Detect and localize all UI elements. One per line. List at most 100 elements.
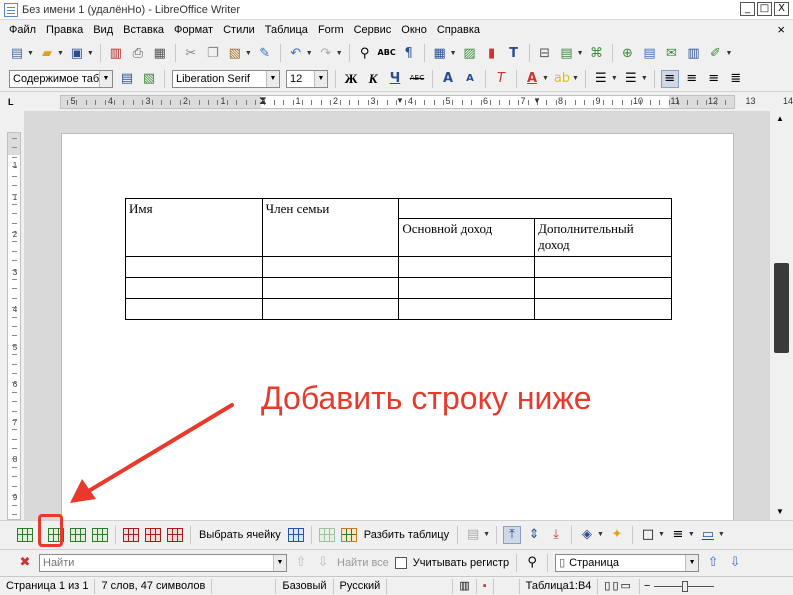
special-character-icon[interactable]: ⌘	[588, 44, 606, 62]
menu-styles[interactable]: Стили	[218, 24, 260, 36]
chevron-down-icon[interactable]: ▼	[306, 50, 313, 57]
find-previous-icon[interactable]: ⇧	[292, 554, 310, 572]
clear-formatting-icon[interactable]: T	[492, 70, 510, 88]
undo-icon[interactable]: ↶	[287, 44, 305, 62]
table-cell[interactable]	[125, 298, 263, 320]
chevron-down-icon[interactable]: ▼	[450, 50, 457, 57]
highlight-color-icon[interactable]: ab	[553, 70, 571, 88]
close-window-button[interactable]: X	[774, 2, 789, 16]
table-cell[interactable]: Имя	[125, 198, 263, 257]
grow-font-icon[interactable]: A	[439, 70, 457, 88]
page-break-icon[interactable]: ⊟	[536, 44, 554, 62]
align-middle-icon[interactable]: ⇕	[525, 526, 543, 544]
page-count[interactable]: Страница 1 из 1	[0, 578, 96, 594]
open-folder-icon[interactable]: ▰	[38, 44, 56, 62]
delete-columns-icon[interactable]	[145, 527, 161, 542]
table-cell[interactable]	[125, 256, 263, 278]
insert-columns-after-icon[interactable]	[92, 527, 108, 542]
text-language[interactable]: Русский	[334, 578, 388, 594]
column-marker[interactable]: ▼	[396, 95, 404, 107]
comment-icon[interactable]: ✉	[663, 44, 681, 62]
bullet-list-icon[interactable]: ☰	[592, 70, 610, 88]
draw-icon[interactable]: ✐	[707, 44, 725, 62]
chevron-down-icon[interactable]: ▼	[718, 531, 725, 538]
border-color-icon[interactable]: ▭	[699, 526, 717, 544]
strikethrough-button[interactable]: АБС	[408, 70, 426, 88]
align-bottom-icon[interactable]: ⤓	[547, 526, 565, 544]
chevron-down-icon[interactable]: ▼	[597, 531, 604, 538]
borders-icon[interactable]: □	[639, 526, 657, 544]
chevron-down-icon[interactable]: ▼	[658, 531, 665, 538]
menu-file[interactable]: Файл	[4, 24, 41, 36]
close-findbar-icon[interactable]: ✖	[16, 554, 34, 572]
split-table-button[interactable]: Разбить таблицу	[364, 529, 449, 541]
formatting-marks-icon[interactable]: ¶	[400, 44, 418, 62]
menu-form[interactable]: Form	[313, 24, 349, 36]
align-center-icon[interactable]: ≡	[683, 70, 701, 88]
table-cell[interactable]: Член семьи	[261, 198, 400, 257]
font-name-select[interactable]: Liberation Serif ▼	[172, 69, 280, 88]
chevron-down-icon[interactable]: ▼	[27, 50, 34, 57]
table-cell[interactable]	[398, 256, 536, 278]
cut-icon[interactable]: ✂	[182, 44, 200, 62]
document-table[interactable]: Имя Член семьи Основной доход Дополнител…	[125, 198, 672, 320]
find-all-button[interactable]: Найти все	[337, 557, 389, 569]
chevron-down-icon[interactable]: ▼	[336, 50, 343, 57]
insert-textbox-icon[interactable]: T	[505, 44, 523, 62]
delete-table-icon[interactable]	[167, 527, 183, 542]
print-icon[interactable]: ⎙	[129, 44, 147, 62]
spelling-icon[interactable]: ABC	[378, 44, 396, 62]
underline-button[interactable]: Ч	[386, 70, 404, 88]
zoom-out-icon[interactable]: −	[640, 580, 654, 592]
horizontal-ruler[interactable]: 5 4 3 2 1 1 2 3 4 5 6 7 8 9 10 11 12 13 14 ⧗ ▼ ▼	[60, 95, 793, 109]
chevron-down-icon[interactable]: ▼	[688, 531, 695, 538]
find-replace-icon[interactable]: ⚲	[356, 44, 374, 62]
table-cell[interactable]	[398, 277, 536, 299]
vertical-scrollbar[interactable]: ▲ ▼	[770, 111, 793, 520]
maximize-button[interactable]: □	[757, 2, 772, 16]
view-layout-icon[interactable]: ▯▯▭	[598, 578, 640, 594]
numbered-list-icon[interactable]: ☰	[622, 70, 640, 88]
menu-help[interactable]: Справка	[432, 24, 485, 36]
table-cell[interactable]	[398, 298, 536, 320]
align-left-icon[interactable]: ≡	[660, 69, 679, 88]
delete-rows-icon[interactable]	[123, 527, 139, 542]
redo-icon[interactable]: ↷	[317, 44, 335, 62]
chevron-down-icon[interactable]: ▼	[483, 531, 490, 538]
insert-field-icon[interactable]: ▤	[558, 44, 576, 62]
tab-stop-selector[interactable]: L	[0, 93, 24, 111]
table-cell[interactable]: Дополнительный доход	[534, 218, 672, 257]
search-scope-select[interactable]: ▯ Страница ▼	[555, 553, 700, 572]
align-justify-icon[interactable]: ≣	[727, 70, 745, 88]
copy-icon[interactable]: ❐	[204, 44, 222, 62]
chevron-down-icon[interactable]: ▼	[266, 70, 279, 87]
navigate-down-icon[interactable]: ⇩	[726, 554, 744, 572]
find-input-combo[interactable]: ▼	[39, 553, 287, 572]
document-modified-icon[interactable]: ▪	[477, 578, 494, 594]
menu-view[interactable]: Вид	[88, 24, 118, 36]
border-style-icon[interactable]: ≡	[669, 526, 687, 544]
table-cell[interactable]	[534, 277, 672, 299]
export-pdf-icon[interactable]: ▥	[107, 44, 125, 62]
print-preview-icon[interactable]: ▦	[151, 44, 169, 62]
autoformat-icon[interactable]: ✦	[608, 526, 626, 544]
insert-columns-before-icon[interactable]	[70, 527, 86, 542]
table-cell[interactable]	[534, 298, 672, 320]
chevron-down-icon[interactable]: ▼	[685, 554, 699, 571]
zoom-slider[interactable]	[654, 580, 715, 592]
table-cell[interactable]: Основной доход	[398, 218, 536, 257]
chevron-down-icon[interactable]: ▼	[87, 50, 94, 57]
shrink-font-icon[interactable]: A	[461, 70, 479, 88]
scrollbar-thumb[interactable]	[774, 263, 789, 353]
navigate-up-icon[interactable]: ⇧	[704, 554, 722, 572]
menu-edit[interactable]: Правка	[41, 24, 88, 36]
page-style[interactable]: Базовый	[276, 578, 334, 594]
find-input[interactable]	[40, 554, 272, 571]
merge-cells-icon[interactable]	[318, 527, 335, 542]
align-right-icon[interactable]: ≡	[705, 70, 723, 88]
table-cell[interactable]	[398, 198, 672, 219]
menu-window[interactable]: Окно	[396, 24, 432, 36]
chevron-down-icon[interactable]: ▼	[641, 75, 648, 82]
chevron-down-icon[interactable]: ▼	[273, 554, 286, 571]
new-document-icon[interactable]: ▤	[8, 44, 26, 62]
